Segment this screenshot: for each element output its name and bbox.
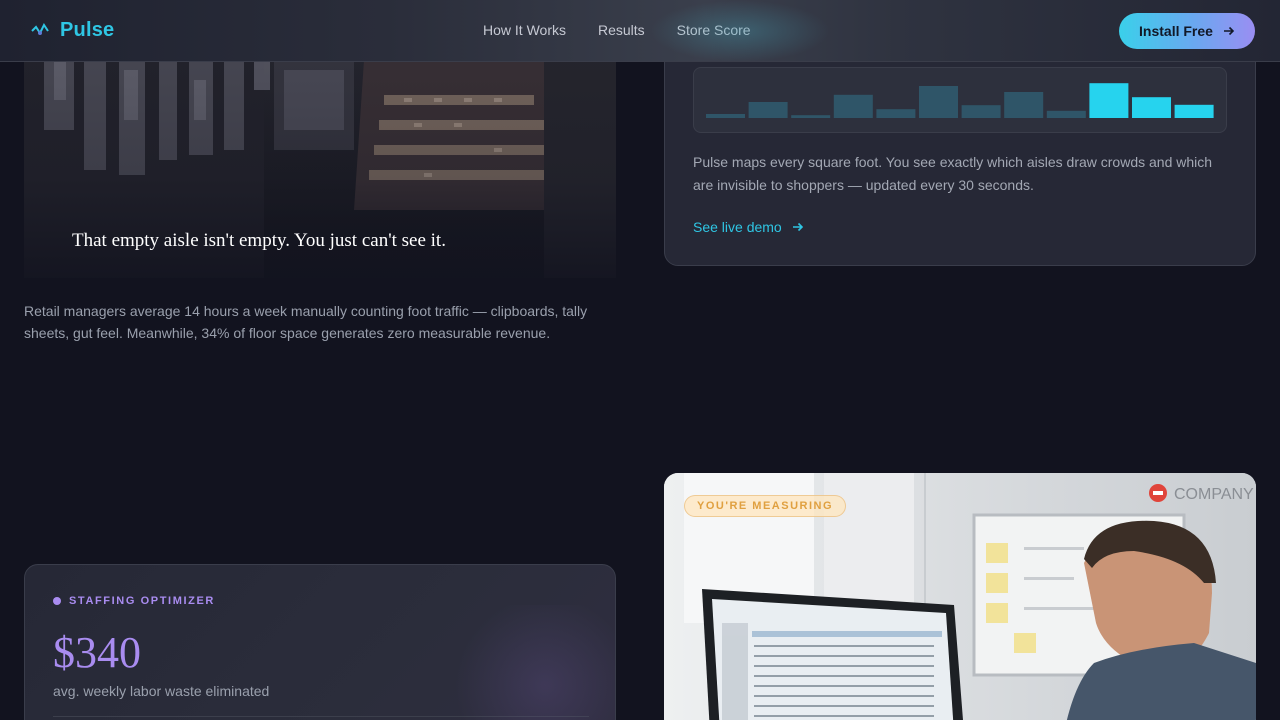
arrow-right-icon [1223,26,1235,36]
traffic-bar [1046,110,1086,118]
traffic-bar [961,105,1001,118]
nav-links: How It Works Results Store Score [483,22,751,38]
see-live-demo-label: See live demo [693,219,782,235]
traffic-bar [919,86,958,118]
brand-name: Pulse [60,19,115,41]
divider [53,716,589,717]
traffic-bar [791,115,831,118]
heatmap-description: Pulse maps every square foot. You see ex… [693,154,1213,193]
company-sign: COMPANY [1174,486,1254,503]
arrow-right-icon [792,222,803,232]
traffic-bar [1174,104,1214,118]
install-free-label: Install Free [1139,23,1213,39]
logo[interactable]: Pulse [30,19,114,42]
see-live-demo-link[interactable]: See live demo [693,219,804,235]
staffing-optimizer-card: STAFFING OPTIMIZER $340 avg. weekly labo… [24,564,616,720]
foot-traffic-bars [693,67,1227,133]
traffic-bar [1089,83,1129,118]
traffic-bar [1132,97,1171,118]
traffic-bar [748,102,788,118]
traffic-bar [876,109,916,118]
nav-link-results[interactable]: Results [598,22,645,38]
office-worker-image: COMPANY YOU'RE MEASURING [664,473,1256,720]
install-free-button[interactable]: Install Free [1119,13,1255,49]
top-nav: Pulse How It Works Results Store Score [0,0,1280,62]
traffic-bar [706,114,745,118]
staffing-tag: STAFFING OPTIMIZER [53,595,215,607]
measuring-badge: YOU'RE MEASURING [684,495,847,517]
nav-link-store-score[interactable]: Store Score [677,22,751,38]
staffing-value: $340 [53,628,141,677]
nav-link-how-it-works[interactable]: How It Works [483,22,566,38]
traffic-bar [833,94,873,118]
staffing-tag-label: STAFFING OPTIMIZER [69,595,215,607]
staffing-subtext: avg. weekly labor waste eliminated [53,683,270,699]
traffic-bar [1004,92,1044,118]
hero-caption: That empty aisle isn't empty. You just c… [72,230,446,251]
hero-body-text: Retail managers average 14 hours a week … [24,303,588,341]
status-dot-icon [53,597,61,605]
pulse-logo-icon [31,22,49,35]
